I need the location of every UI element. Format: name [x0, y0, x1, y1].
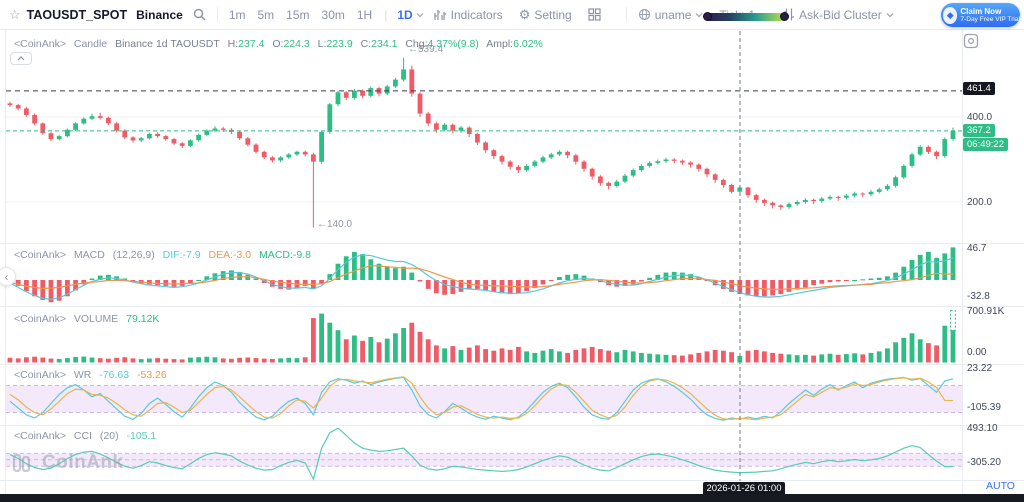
username-label: uname [655, 8, 692, 22]
claim-vip-button[interactable]: ◆ Claim Now 7-Day Free VIP Trial [941, 3, 1020, 27]
layout-grid-icon[interactable] [588, 8, 601, 21]
indicators-label: Indicators [451, 8, 503, 22]
indicator-name: VOLUME [74, 313, 118, 325]
volume-axis-min: 0.00 [967, 347, 986, 358]
vip-badge-icon: ◆ [943, 7, 957, 24]
gradient-handle-left[interactable] [703, 12, 712, 21]
low-price-annotation: ←140.0 [317, 219, 352, 230]
timeframe-30m[interactable]: 30m [322, 8, 345, 22]
indicator-name: Candle [74, 38, 107, 50]
macd-value: MACD:-9.8 [259, 249, 311, 261]
cci-value: -105.1 [127, 430, 157, 442]
last-price-badge: 367.2 [963, 124, 995, 137]
watermark-text: CoinAnk [42, 452, 124, 474]
amplitude-label: Ampl: [486, 38, 513, 50]
gradient-handle-right[interactable] [780, 12, 789, 21]
timeframe-1h[interactable]: 1H [357, 8, 372, 22]
cci-legend: <CoinAnk> CCI (20) -105.1 [14, 430, 161, 442]
coinank-watermark: CoinAnk [12, 452, 124, 474]
volume-legend: <CoinAnk> VOLUME 79.12K [14, 313, 164, 325]
gear-icon: ⚙ [519, 7, 531, 23]
symbol-name[interactable]: TAOUSDT_SPOT [27, 8, 127, 22]
change-value: 4.37%(9.8) [428, 38, 479, 50]
price-tick-400: 400.0 [967, 112, 992, 123]
indicator-name: MACD [74, 249, 105, 261]
timeframe-5m[interactable]: 5m [258, 8, 275, 22]
series-info: Binance 1d TAOUSDT [115, 38, 220, 50]
top-toolbar: ☆ TAOUSDT_SPOT Binance 1m 5m 15m 30m 1H … [0, 0, 1024, 30]
claim-line2: 7-Day Free VIP Trial [960, 16, 1020, 24]
change-label: Chg: [405, 38, 427, 50]
crosshair-price-badge: 461.4 [963, 82, 995, 95]
wr-legend: <CoinAnk> WR -76.63 -53.26 [14, 369, 172, 381]
timeframe-separator: | [384, 8, 387, 22]
indicator-params: (12,26,9) [113, 249, 155, 261]
setting-button[interactable]: ⚙ Setting [519, 7, 572, 23]
amplitude-value: 6.02% [513, 38, 543, 50]
timeframe-1m[interactable]: 1m [229, 8, 246, 22]
favorite-star-icon[interactable]: ☆ [9, 7, 21, 23]
volume-axis-max: 700.91K [967, 306, 1004, 317]
timeframe-1d-active[interactable]: 1D [397, 8, 412, 22]
user-menu[interactable]: uname [638, 8, 704, 22]
dea-value: DEA:-3.0 [209, 249, 252, 261]
candle-legend: <CoinAnk> Candle Binance 1d TAOUSDT H:23… [14, 38, 548, 50]
cci-axis-max: 493.10 [967, 423, 998, 434]
macd-axis-max: 46.7 [967, 243, 986, 254]
indicator-params: (20) [100, 430, 119, 442]
timeframe-chevron-down-icon[interactable] [416, 12, 424, 18]
legend-collapse-button[interactable] [10, 52, 32, 65]
pane-scroll-left-button[interactable]: ‹ [0, 267, 16, 286]
price-tick-200: 200.0 [967, 197, 992, 208]
brand-label: <CoinAnk> [14, 38, 66, 50]
wr1-value: -76.63 [99, 369, 129, 381]
screenshot-camera-icon[interactable] [963, 33, 979, 49]
high-value: 237.4 [238, 38, 264, 50]
macd-axis-min: -32.8 [967, 291, 990, 302]
brand-label: <CoinAnk> [14, 430, 66, 442]
heatmap-gradient-slider[interactable] [705, 13, 787, 21]
exchange-name: Binance [136, 8, 183, 22]
open-label: O: [272, 38, 283, 50]
askbid-cluster-selector[interactable]: Ask-Bid Cluster [783, 8, 894, 22]
close-value: 234.1 [371, 38, 397, 50]
high-label: H: [228, 38, 239, 50]
price-axis-border [962, 30, 963, 494]
chart-left-border [5, 30, 6, 494]
countdown-badge: 06:49:22 [963, 138, 1008, 151]
brand-label: <CoinAnk> [14, 369, 66, 381]
open-value: 224.3 [283, 38, 309, 50]
askbid-cluster-label: Ask-Bid Cluster [799, 8, 882, 22]
claim-line1: Claim Now [960, 7, 1020, 16]
globe-icon [638, 8, 651, 21]
volume-value: 79.12K [126, 313, 159, 325]
indicators-icon [434, 9, 447, 21]
macd-legend: <CoinAnk> MACD (12,26,9) DIF:-7.9 DEA:-3… [14, 249, 316, 261]
wr-axis-min: -105.39 [967, 402, 1001, 413]
indicators-button[interactable]: Indicators [434, 8, 503, 22]
trading-terminal: ☆ TAOUSDT_SPOT Binance 1m 5m 15m 30m 1H … [0, 0, 1024, 502]
coinank-logo-icon [12, 452, 38, 474]
indicator-name: WR [74, 369, 92, 381]
toolbar-divider [217, 7, 218, 22]
low-value: 223.9 [326, 38, 352, 50]
wr-axis-max: 23.22 [967, 363, 992, 374]
dif-value: DIF:-7.9 [163, 249, 201, 261]
axis-auto-toggle[interactable]: AUTO [986, 480, 1015, 492]
close-label: C: [361, 38, 372, 50]
toolbar-divider [626, 7, 627, 22]
cci-axis-min: -305.20 [967, 457, 1001, 468]
brand-label: <CoinAnk> [14, 249, 66, 261]
wr2-value: -53.26 [137, 369, 167, 381]
brand-label: <CoinAnk> [14, 313, 66, 325]
search-icon[interactable] [193, 8, 206, 21]
window-bottom-bar [0, 494, 1024, 502]
timeframe-15m[interactable]: 15m [286, 8, 309, 22]
indicator-name: CCI [74, 430, 92, 442]
askbid-chevron-down-icon [886, 12, 894, 18]
chevron-up-icon [17, 56, 25, 61]
setting-label: Setting [534, 8, 571, 22]
